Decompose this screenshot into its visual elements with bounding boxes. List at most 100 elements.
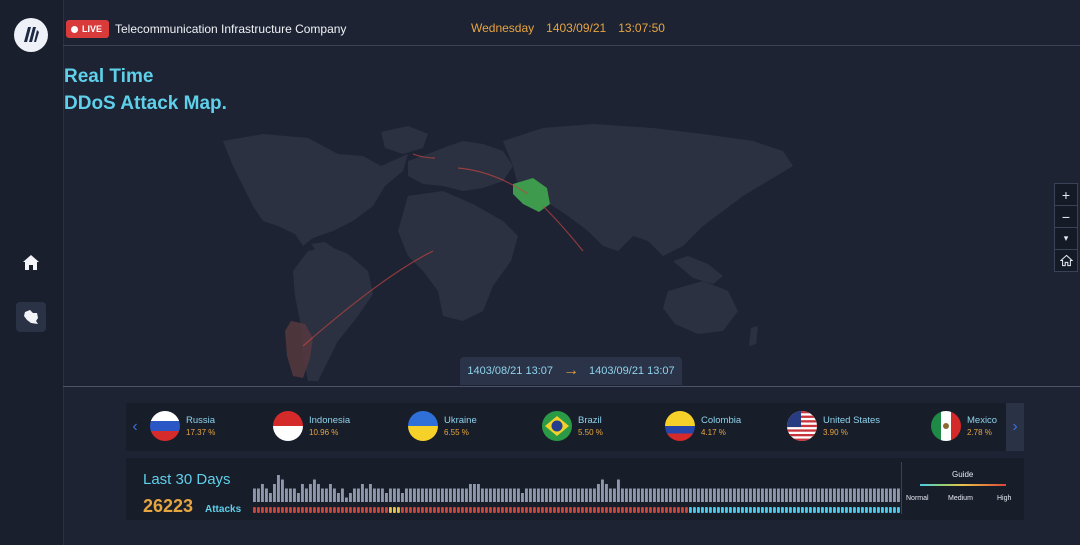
next-button[interactable]: › [1006, 403, 1024, 451]
country-item[interactable]: Ukraine 6.55 % [408, 411, 477, 441]
severity-marker [893, 507, 896, 513]
country-percent: 5.50 % [578, 428, 603, 437]
severity-marker [269, 507, 272, 513]
timeline-bar [877, 488, 880, 502]
severity-marker [517, 507, 520, 513]
timeline-bar [509, 488, 512, 502]
africa [398, 191, 518, 321]
zoom-in-button[interactable]: + [1055, 184, 1077, 206]
severity-marker [697, 507, 700, 513]
severity-marker [637, 507, 640, 513]
timeline-bar [477, 484, 480, 502]
expand-button[interactable]: ▾ [1055, 228, 1077, 250]
severity-marker [289, 507, 292, 513]
severity-marker [761, 507, 764, 513]
guide-mid-label: Medium [948, 495, 973, 502]
country-item[interactable]: United States 3.90 % [787, 411, 880, 441]
timeline-bar [729, 488, 732, 502]
severity-marker [785, 507, 788, 513]
severity-marker [265, 507, 268, 513]
page-title: Real Time DDoS Attack Map. [64, 63, 227, 117]
timeline-bar [753, 488, 756, 502]
severity-marker [613, 507, 616, 513]
severity-marker [629, 507, 632, 513]
iran-map-icon [24, 310, 38, 324]
severity-marker [597, 507, 600, 513]
prev-button[interactable]: ‹ [126, 403, 144, 451]
severity-marker [581, 507, 584, 513]
severity-marker [493, 507, 496, 513]
zoom-controls: + − ▾ [1054, 183, 1078, 272]
timeline-bar [521, 493, 524, 502]
severity-marker [753, 507, 756, 513]
timeline-bar [757, 488, 760, 502]
severity-marker [365, 507, 368, 513]
severity-marker [657, 507, 660, 513]
timeline-bar [645, 488, 648, 502]
country-name: Indonesia [309, 415, 351, 426]
sidebar [0, 0, 64, 545]
country-percent: 6.55 % [444, 428, 469, 437]
severity-marker [533, 507, 536, 513]
reset-view-button[interactable] [1055, 250, 1077, 271]
timeline-bar [685, 488, 688, 502]
timeline-bar [357, 488, 360, 502]
period-label: Last 30 Days [143, 471, 231, 488]
ukraine-flag-icon [408, 411, 438, 441]
timeline-bar [817, 488, 820, 502]
timeline-bar [873, 488, 876, 502]
zoom-out-button[interactable]: − [1055, 206, 1077, 228]
severity-marker [321, 507, 324, 513]
attack-timeline[interactable] [253, 458, 901, 520]
timeline-bar [425, 488, 428, 502]
timeline-bar [893, 488, 896, 502]
severity-marker [817, 507, 820, 513]
severity-marker [809, 507, 812, 513]
severity-marker [821, 507, 824, 513]
timeline-bar [749, 488, 752, 502]
severity-marker [865, 507, 868, 513]
company-name: Telecommunication Infrastructure Company [115, 22, 347, 36]
timeline-bar [453, 488, 456, 502]
severity-marker [889, 507, 892, 513]
severity-marker [353, 507, 356, 513]
severity-marker [725, 507, 728, 513]
timeline-bar [265, 488, 268, 502]
timeline-bar [833, 488, 836, 502]
severity-marker [585, 507, 588, 513]
timeline-bar [669, 488, 672, 502]
iran-map-button[interactable] [16, 302, 46, 332]
severity-marker [593, 507, 596, 513]
current-date: 1403/09/21 [546, 21, 607, 35]
severity-marker [253, 507, 256, 513]
country-item[interactable]: Colombia 4.17 % [665, 411, 741, 441]
timeline-bar [525, 488, 528, 502]
home-button[interactable] [16, 248, 46, 278]
severity-marker [861, 507, 864, 513]
severity-marker [577, 507, 580, 513]
timeline-bar [293, 488, 296, 502]
timeline-bar [261, 484, 264, 502]
country-item[interactable]: Indonesia 10.96 % [273, 411, 350, 441]
timeline-bar [633, 488, 636, 502]
severity-marker [297, 507, 300, 513]
severity-marker [545, 507, 548, 513]
live-badge: LIVE [66, 20, 110, 38]
timeline-bar [409, 488, 412, 502]
timeline-bar [637, 488, 640, 502]
timeline-bar [777, 488, 780, 502]
timeline-bar [617, 479, 620, 502]
severity-marker [853, 507, 856, 513]
severity-marker [837, 507, 840, 513]
country-item[interactable]: Brazil 5.50 % [542, 411, 603, 441]
country-percent: 3.90 % [823, 428, 848, 437]
country-item[interactable]: Mexico 2.78 % [931, 411, 997, 441]
severity-marker [565, 507, 568, 513]
timeline-bar [413, 488, 416, 502]
timeline-bar [325, 488, 328, 502]
chevron-left-icon: ‹ [132, 418, 138, 435]
severity-marker [825, 507, 828, 513]
timeline-bar [281, 479, 284, 502]
country-item[interactable]: Russia 17.37 % [150, 411, 215, 441]
timeline-bar [697, 488, 700, 502]
